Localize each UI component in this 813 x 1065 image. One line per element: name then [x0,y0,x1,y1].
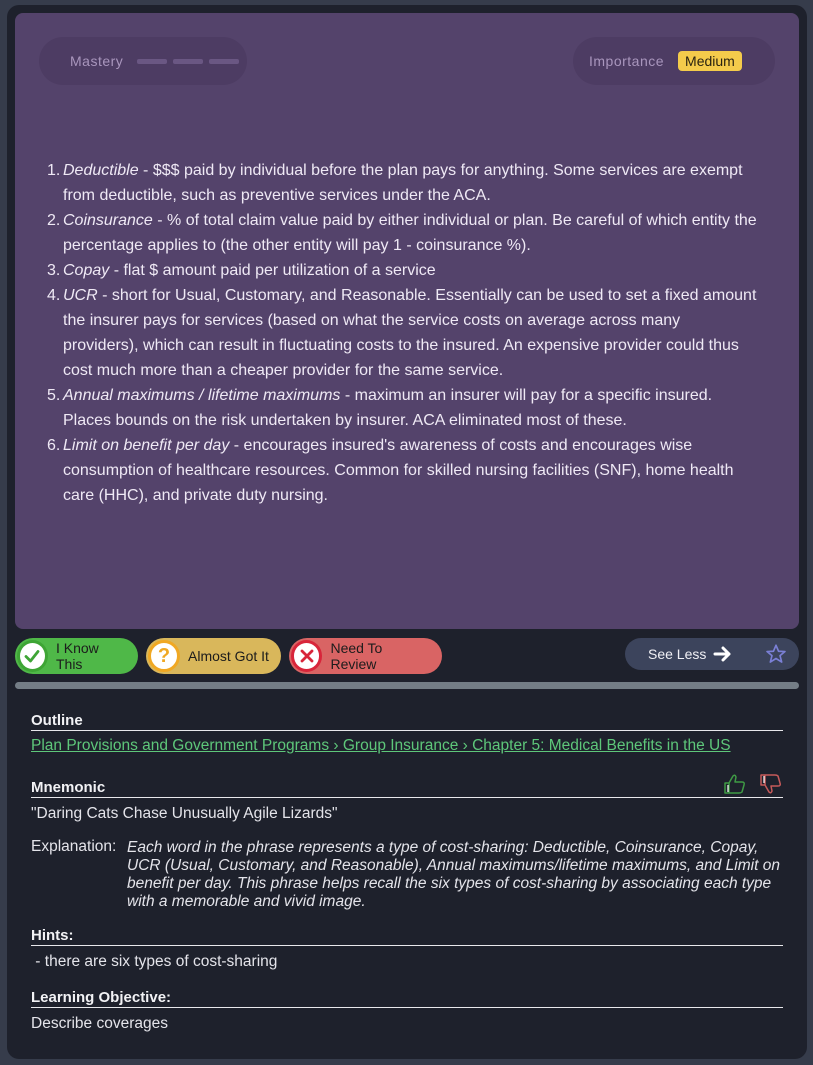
definition-text: - $$$ paid by individual before the plan… [63,162,743,204]
explanation-text: Each word in the phrase represents a typ… [127,839,780,910]
mnemonic-text: "Daring Cats Chase Unusually Agile Lizar… [31,805,338,822]
almost-got-it-button[interactable]: ? Almost Got It [146,638,281,674]
hint-text: - there are six types of cost-sharing [31,953,278,970]
almost-got-it-label: Almost Got It [188,648,269,664]
rating-buttons: I Know This ? Almost Got It Need To Revi… [15,638,442,674]
definition-term: Annual maximums / lifetime maximums [63,387,341,404]
i-know-this-button[interactable]: I Know This [15,638,138,674]
question-icon: ? [148,640,180,672]
need-to-review-button[interactable]: Need To Review [289,638,442,674]
card-progress-bar [15,682,799,689]
mastery-bar-segment [209,58,240,64]
importance-indicator: Importance Medium [573,37,775,85]
star-icon[interactable] [765,643,787,665]
mastery-bar-segment [173,58,204,64]
outline-body: Plan Provisions and Government Programs … [31,737,783,755]
learning-objective-heading: Learning Objective: [31,989,783,1008]
learning-objective-section: Learning Objective: Describe coverages [31,989,783,1033]
hints-heading-text: Hints: [31,927,74,944]
mastery-label: Mastery [70,53,124,69]
definition-item: Limit on benefit per day - encourages in… [47,433,757,508]
explanation-label: Explanation: [31,838,117,855]
definition-item: Copay - flat $ amount paid per utilizati… [47,258,757,283]
mnemonic-explanation: Explanation: Each word in the phrase rep… [31,838,791,911]
mnemonic-heading: Mnemonic [31,773,783,798]
outline-section: Outline Plan Provisions and Government P… [31,712,783,755]
definition-list: Deductible - $$$ paid by individual befo… [47,158,757,508]
flashcard-back: Mastery Importance Medium Deductible - $… [15,13,799,629]
definition-term: Deductible [63,162,139,179]
definition-item: UCR - short for Usual, Customary, and Re… [47,283,757,383]
mastery-bars [137,58,240,64]
hints-heading: Hints: [31,927,783,946]
mnemonic-heading-text: Mnemonic [31,779,106,796]
definition-item: Coinsurance - % of total claim value pai… [47,208,757,258]
importance-badge: Medium [678,51,742,71]
outline-heading-text: Outline [31,712,83,729]
see-less-button[interactable]: See Less [625,638,799,670]
definition-term: Copay [63,262,110,279]
definition-term: Limit on benefit per day [63,437,230,454]
definition-term: Coinsurance [63,212,153,229]
thumbs-down-icon[interactable] [759,773,783,795]
definition-text: - flat $ amount paid per utilization of … [109,262,436,279]
learning-objective-text: Describe coverages [31,1015,168,1032]
mastery-indicator: Mastery [39,37,247,85]
definition-text: - short for Usual, Customary, and Reason… [63,287,757,379]
importance-label: Importance [589,53,665,69]
outline-breadcrumb-link[interactable]: Plan Provisions and Government Programs … [31,737,731,754]
see-less-label: See Less [648,646,707,662]
hints-section: Hints: - there are six types of cost-sha… [31,927,783,971]
outline-heading: Outline [31,712,783,731]
learning-objective-heading-text: Learning Objective: [31,989,172,1006]
mastery-bar-segment [137,58,168,64]
arrow-right-icon [713,646,731,662]
thumbs-up-icon[interactable] [723,773,747,795]
mnemonic-section: Mnemonic "Daring Cats Chase Unusually Ag… [31,773,783,823]
definition-term: UCR [63,287,98,304]
mnemonic-rating [723,773,783,795]
definition-item: Deductible - $$$ paid by individual befo… [47,158,757,208]
x-icon [291,640,323,672]
i-know-this-label: I Know This [55,640,99,672]
need-to-review-label: Need To Review [330,640,383,672]
check-icon [17,640,48,672]
definition-item: Annual maximums / lifetime maximums - ma… [47,383,757,433]
definition-text: - % of total claim value paid by either … [63,212,757,254]
